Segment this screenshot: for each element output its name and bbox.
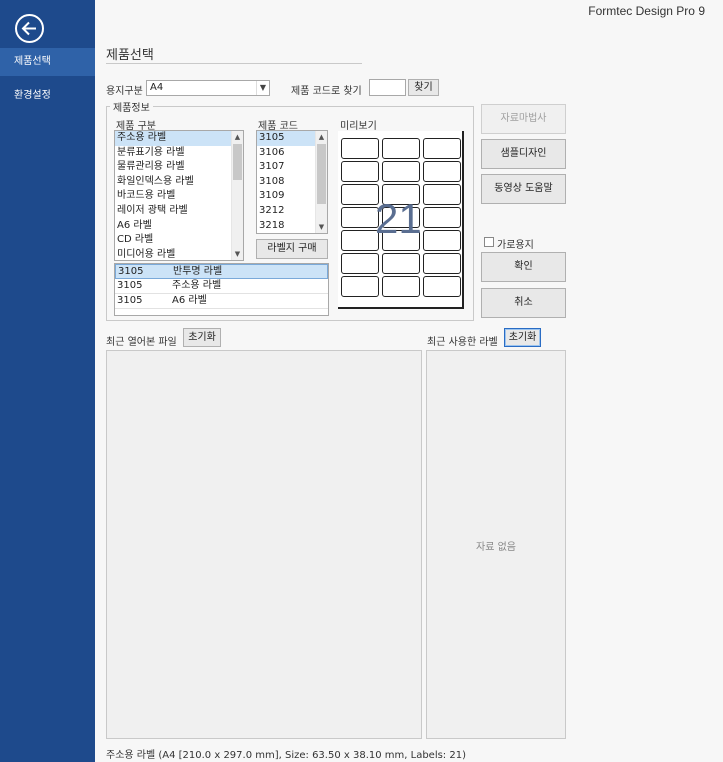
status-text: 주소용 라벨 (A4 [210.0 x 297.0 mm], Size: 63.… (106, 750, 466, 761)
recent-files-panel[interactable] (106, 350, 422, 739)
table-row[interactable]: 3105 반투명 라벨 (115, 264, 328, 279)
buy-label-button[interactable]: 라벨지 구매 (256, 239, 328, 259)
chevron-down-icon[interactable]: ▼ (256, 81, 269, 95)
code-search-input[interactable] (369, 79, 406, 96)
table-row[interactable]: 3105 A6 라벨 (115, 294, 328, 309)
label-cell (341, 207, 379, 228)
product-info-legend: 제품정보 (110, 99, 153, 114)
scrollbar-thumb[interactable] (317, 144, 326, 204)
preview-label: 미리보기 (340, 121, 377, 132)
code-list[interactable]: 3105 3106 3107 3108 3109 3212 3218 ▲ ▼ (256, 130, 328, 234)
code-search-label: 제품 코드로 찾기 (291, 86, 362, 97)
list-item[interactable]: 레이저 광택 라벨 (115, 204, 243, 219)
cancel-button[interactable]: 취소 (481, 288, 566, 318)
label-cell (382, 161, 420, 182)
label-cell (341, 276, 379, 297)
table-row[interactable]: 3105 주소용 라벨 (115, 279, 328, 294)
ok-button[interactable]: 확인 (481, 252, 566, 282)
label-cell (423, 161, 461, 182)
sidebar-item-product-select[interactable]: 제품선택 (0, 48, 95, 76)
label-cell (341, 138, 379, 159)
back-arrow-icon[interactable] (15, 14, 44, 43)
recent-labels-label: 최근 사용한 라벨 (427, 337, 498, 348)
preview-label-count: 21 (375, 195, 422, 242)
title-divider (106, 63, 362, 64)
label-cell (423, 138, 461, 159)
label-cell (341, 253, 379, 274)
label-cell (423, 230, 461, 251)
paper-type-value: A4 (150, 82, 164, 93)
list-item[interactable]: 미디어용 라벨 (115, 248, 243, 260)
paper-type-select[interactable]: A4 ▼ (146, 80, 270, 96)
label-cell (341, 230, 379, 251)
sidebar: 제품선택 환경설정 (0, 0, 95, 762)
chevron-down-icon[interactable]: ▼ (316, 221, 327, 233)
row-name: A6 라벨 (172, 295, 207, 306)
data-wizard-button[interactable]: 자료마법사 (481, 104, 566, 134)
list-item[interactable]: CD 라벨 (115, 233, 243, 248)
chevron-down-icon[interactable]: ▼ (232, 248, 243, 260)
app-title: Formtec Design Pro 9 (588, 4, 705, 18)
recent-files-label: 최근 열어본 파일 (106, 337, 177, 348)
row-code: 3105 (117, 295, 143, 306)
category-scrollbar[interactable]: ▲ ▼ (231, 131, 243, 260)
chevron-up-icon[interactable]: ▲ (316, 131, 327, 143)
empty-state-text: 자료 없음 (476, 542, 516, 553)
label-cell (423, 184, 461, 205)
label-cell (423, 276, 461, 297)
label-cell (382, 138, 420, 159)
recent-files-reset-button[interactable]: 초기화 (183, 328, 221, 347)
label-cell (341, 184, 379, 205)
paper-type-label: 용지구분 (106, 86, 143, 97)
label-cell (423, 207, 461, 228)
label-cell (341, 161, 379, 182)
find-button[interactable]: 찾기 (408, 79, 439, 96)
list-item[interactable]: 바코드용 라벨 (115, 189, 243, 204)
category-list[interactable]: 주소용 라벨 분류표기용 라벨 물류관리용 라벨 화일인덱스용 라벨 바코드용 … (114, 130, 244, 261)
label-cell (382, 253, 420, 274)
sample-design-button[interactable]: 샘플디자인 (481, 139, 566, 169)
recent-labels-reset-button[interactable]: 초기화 (504, 328, 541, 347)
code-scrollbar[interactable]: ▲ ▼ (315, 131, 327, 233)
list-item[interactable]: 화일인덱스용 라벨 (115, 175, 243, 190)
row-code: 3105 (118, 266, 144, 277)
chevron-up-icon[interactable]: ▲ (232, 131, 243, 143)
video-help-button[interactable]: 동영상 도움말 (481, 174, 566, 204)
list-item[interactable]: 분류표기용 라벨 (115, 146, 243, 161)
scrollbar-thumb[interactable] (233, 144, 242, 180)
label-cell (382, 276, 420, 297)
label-preview: 21 (338, 131, 464, 309)
row-code: 3105 (117, 280, 143, 291)
recent-labels-panel[interactable]: 자료 없음 (426, 350, 566, 739)
row-name: 반투명 라벨 (173, 266, 223, 277)
page-title: 제품선택 (106, 48, 154, 63)
landscape-checkbox[interactable] (484, 237, 494, 247)
list-item[interactable]: 주소용 라벨 (115, 131, 243, 146)
product-results-table[interactable]: 3105 반투명 라벨 3105 주소용 라벨 3105 A6 라벨 (114, 263, 329, 316)
row-name: 주소용 라벨 (172, 280, 222, 291)
list-item[interactable]: A6 라벨 (115, 219, 243, 234)
list-item[interactable]: 물류관리용 라벨 (115, 160, 243, 175)
sidebar-item-settings[interactable]: 환경설정 (0, 82, 95, 110)
label-cell (423, 253, 461, 274)
landscape-label: 가로용지 (497, 240, 534, 251)
